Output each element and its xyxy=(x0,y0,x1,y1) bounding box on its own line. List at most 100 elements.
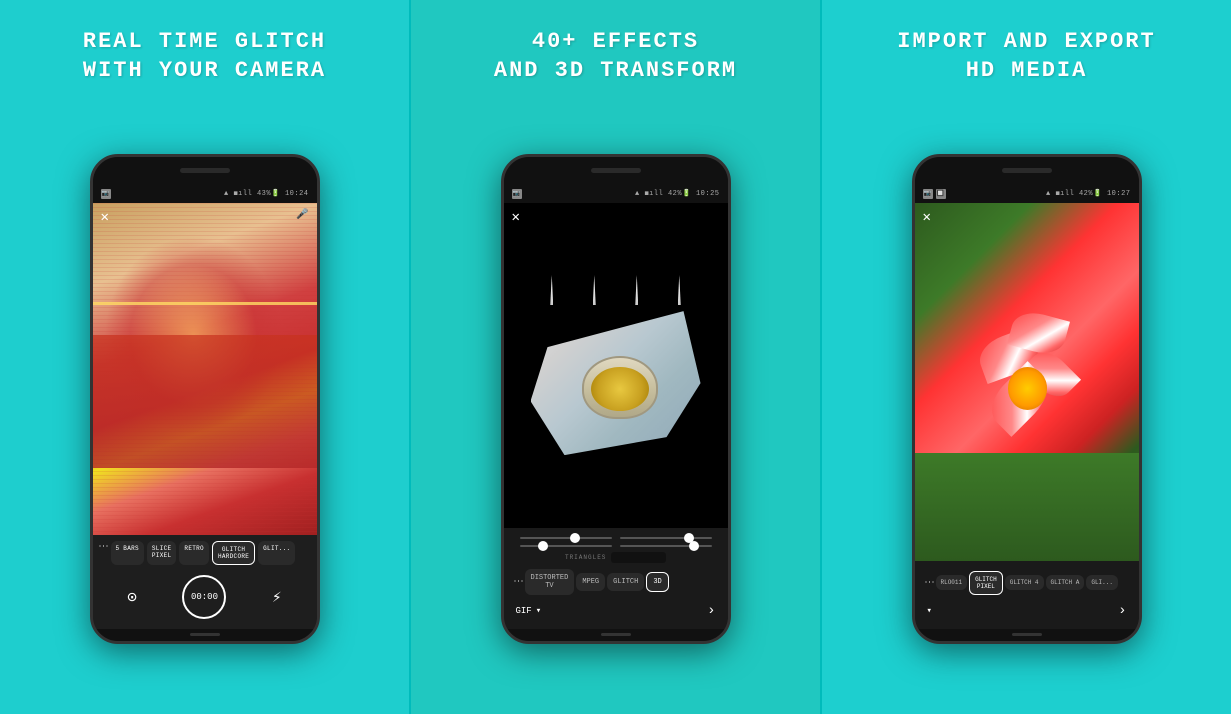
status-bar-right: 📷 🔲 ▲ ◼ıll 42%🔋 10:27 xyxy=(915,185,1139,203)
flash-icon[interactable]: ⚡ xyxy=(272,587,282,607)
panel-center: 40+ EFFECTSAND 3D TRANSFORM 📷 ▲ ◼ıll 42%… xyxy=(409,0,822,714)
dots-menu-center[interactable]: ⋮ xyxy=(512,576,523,588)
transform-bg: ✕ xyxy=(504,203,728,528)
triangles-value xyxy=(611,552,666,563)
phone-right-wrapper: 📷 🔲 ▲ ◼ıll 42%🔋 10:27 ✕ xyxy=(912,99,1142,698)
phone-top-bar-center xyxy=(504,157,728,185)
dots-menu-right[interactable]: ⋮ xyxy=(923,577,934,589)
status-right-left: ▲ ◼ıll 43%🔋 10:24 xyxy=(224,189,308,198)
phone-center-wrapper: 📷 ▲ ◼ıll 42%🔋 10:25 ✕ xyxy=(501,99,731,698)
effect-rlo011[interactable]: RLO011 xyxy=(936,575,968,590)
effect-glitch-a[interactable]: GLITCH A xyxy=(1046,575,1085,590)
photo-icon-right: 📷 xyxy=(923,189,933,199)
close-btn-center[interactable]: ✕ xyxy=(512,209,520,226)
panel-left: REAL TIME GLITCHWITH YOUR CAMERA 📷 ▲ ◼ıl… xyxy=(0,0,409,714)
slider-3[interactable] xyxy=(520,545,612,547)
slider-1[interactable] xyxy=(520,537,612,539)
photo-icon-center: 📷 xyxy=(512,189,522,199)
status-right-right: ▲ ◼ıll 42%🔋 10:27 xyxy=(1046,189,1130,198)
glitch-bg: ✕ 🎤 xyxy=(93,203,317,535)
effect-5bars[interactable]: 5 BARS xyxy=(111,541,144,565)
slider-row-2 xyxy=(508,542,724,550)
phone-right: 📷 🔲 ▲ ◼ıll 42%🔋 10:27 ✕ xyxy=(912,154,1142,644)
right-export-row: ▾ › xyxy=(919,599,1135,623)
next-arrow-right[interactable]: › xyxy=(1118,603,1126,619)
slider-thumb-1[interactable] xyxy=(570,533,580,543)
next-arrow-center[interactable]: › xyxy=(707,603,715,619)
status-right-center: ▲ ◼ıll 42%🔋 10:25 xyxy=(635,189,719,198)
effect-glitch-pixel-right[interactable]: GLITCHPIXEL xyxy=(969,571,1003,595)
effect-glitch-center[interactable]: GLITCH xyxy=(607,573,644,591)
gif-export-row: GIF ▾ › xyxy=(508,599,724,623)
right-bottom: ⋮ RLO011 GLITCHPIXEL GLITCH 4 GLITCH A G… xyxy=(915,561,1139,629)
slider-4[interactable] xyxy=(620,545,712,547)
phone-center: 📷 ▲ ◼ıll 42%🔋 10:25 ✕ xyxy=(501,154,731,644)
photo-icon: 📷 xyxy=(101,189,111,199)
spike-3 xyxy=(635,275,638,305)
effects-strip-right: ⋮ RLO011 GLITCHPIXEL GLITCH 4 GLITCH A G… xyxy=(919,567,1135,599)
home-indicator-center xyxy=(601,633,631,636)
phone-left-wrapper: 📷 ▲ ◼ıll 43%🔋 10:24 ✕ 🎤 ⋮ 5 BARS xyxy=(90,99,320,698)
status-bar-left: 📷 ▲ ◼ıll 43%🔋 10:24 xyxy=(93,185,317,203)
glitch-red-blob xyxy=(93,335,317,468)
screen-right: ✕ xyxy=(915,203,1139,561)
close-btn-right[interactable]: ✕ xyxy=(923,209,931,226)
dots-menu-left[interactable]: ⋮ xyxy=(97,541,108,565)
status-bar-center: 📷 ▲ ◼ıll 42%🔋 10:25 xyxy=(504,185,728,203)
effect-slice-pixel[interactable]: SLICEPIXEL xyxy=(147,541,177,565)
effects-strip-left: ⋮ 5 BARS SLICEPIXEL RETRO GLITCHHARDCORE… xyxy=(97,541,313,565)
gif-chevron-icon: ▾ xyxy=(536,606,541,616)
glitch-lines xyxy=(93,302,317,305)
object-3d xyxy=(531,275,701,455)
slider-thumb-4[interactable] xyxy=(689,541,699,551)
flower-center xyxy=(1008,367,1047,410)
spike-1 xyxy=(550,275,553,305)
export-chevron-icon: ▾ xyxy=(927,606,932,616)
home-indicator-right xyxy=(1012,633,1042,636)
home-indicator-left xyxy=(190,633,220,636)
screen-left: ✕ 🎤 xyxy=(93,203,317,535)
effect-glitch-sim[interactable]: GLIT... xyxy=(258,541,295,565)
record-button[interactable]: 00:00 xyxy=(182,575,226,619)
effect-distorted-tv[interactable]: DISTORTEDTV xyxy=(525,569,575,595)
photo-icon-right2: 🔲 xyxy=(936,189,946,199)
effect-mpeg[interactable]: MPEG xyxy=(576,573,605,591)
camera-controls-left: ⊙ 00:00 ⚡ xyxy=(97,571,313,623)
effect-gli[interactable]: GLI... xyxy=(1086,575,1118,590)
gif-label[interactable]: GIF ▾ xyxy=(516,606,542,616)
effect-glitch4[interactable]: GLITCH 4 xyxy=(1005,575,1044,590)
effects-strip-center: ⋮ DISTORTEDTV MPEG GLITCH 3D xyxy=(508,565,724,599)
slider-2[interactable] xyxy=(620,537,712,539)
spikes xyxy=(531,275,701,305)
status-icons-center: 📷 xyxy=(512,189,522,199)
screen-center: ✕ xyxy=(504,203,728,528)
slider-thumb-3[interactable] xyxy=(538,541,548,551)
effect-3d[interactable]: 3D xyxy=(646,572,668,592)
speaker-center xyxy=(591,168,641,173)
flower-photo: ✕ xyxy=(915,203,1139,561)
phone-top-bar-right xyxy=(915,157,1139,185)
panel-right: IMPORT AND EXPORTHD MEDIA 📷 🔲 ▲ ◼ıll 42%… xyxy=(822,0,1231,714)
effect-retro[interactable]: RETRO xyxy=(179,541,209,565)
camera-switch-icon[interactable]: ⊙ xyxy=(127,587,137,607)
panel-center-title: 40+ EFFECTSAND 3D TRANSFORM xyxy=(494,28,737,85)
triangles-label: TRIANGLES xyxy=(508,550,724,565)
panel-right-title: IMPORT AND EXPORTHD MEDIA xyxy=(897,28,1155,85)
phone-bottom-center xyxy=(504,629,728,641)
spike-4 xyxy=(678,275,681,305)
object-cup xyxy=(582,356,659,419)
timer-display: 00:00 xyxy=(191,592,218,602)
mic-icon-left: 🎤 xyxy=(296,209,308,221)
close-btn-left[interactable]: ✕ xyxy=(101,209,109,226)
phone-bottom-right xyxy=(915,629,1139,641)
panel-left-title: REAL TIME GLITCHWITH YOUR CAMERA xyxy=(83,28,326,85)
phone-left: 📷 ▲ ◼ıll 43%🔋 10:24 ✕ 🎤 ⋮ 5 BARS xyxy=(90,154,320,644)
export-dropdown[interactable]: ▾ xyxy=(927,606,932,616)
status-icons-left: 📷 xyxy=(101,189,111,199)
phone-top-bar-left xyxy=(93,157,317,185)
center-bottom: TRIANGLES ⋮ DISTORTEDTV MPEG GLITCH 3D G… xyxy=(504,528,728,629)
flower-petals xyxy=(948,292,1105,507)
effect-glitch-hardcore[interactable]: GLITCHHARDCORE xyxy=(212,541,255,565)
cup-inner xyxy=(591,367,649,411)
speaker-left xyxy=(180,168,230,173)
